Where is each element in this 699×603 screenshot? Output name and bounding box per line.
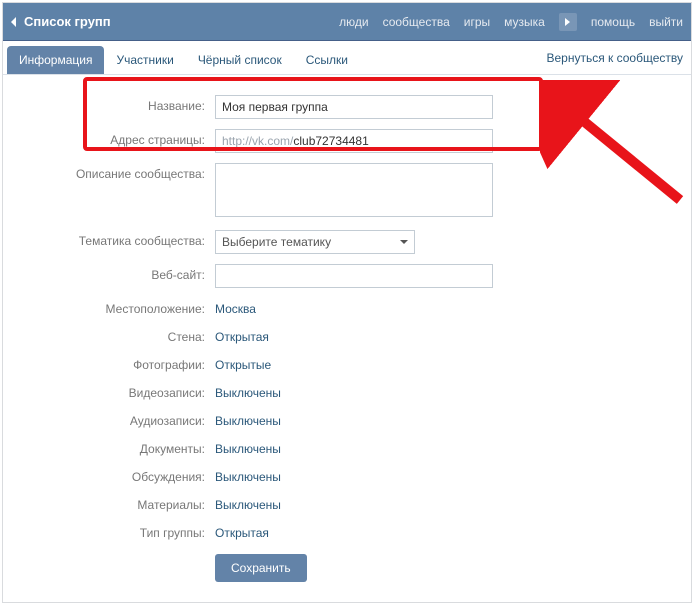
- topbar: Список групп люди сообщества игры музыка…: [3, 3, 691, 41]
- name-input[interactable]: [215, 95, 493, 119]
- tab-links[interactable]: Ссылки: [294, 46, 360, 74]
- label-subject: Тематика сообщества:: [27, 230, 215, 248]
- label-page-address: Адрес страницы:: [27, 129, 215, 147]
- location-value[interactable]: Москва: [215, 298, 256, 316]
- label-materials: Материалы:: [27, 494, 215, 512]
- address-suffix: club72734481: [293, 134, 368, 148]
- videos-value[interactable]: Выключены: [215, 382, 281, 400]
- back-arrow-icon[interactable]: [11, 17, 16, 27]
- label-videos: Видеозаписи:: [27, 382, 215, 400]
- label-docs: Документы:: [27, 438, 215, 456]
- subject-select[interactable]: Выберите тематику: [215, 230, 415, 254]
- save-button[interactable]: Сохранить: [215, 554, 307, 582]
- topbar-title[interactable]: Список групп: [24, 14, 339, 29]
- label-photos: Фотографии:: [27, 354, 215, 372]
- label-location: Местоположение:: [27, 298, 215, 316]
- page-address-input[interactable]: http://vk.com/club72734481: [215, 129, 493, 153]
- music-play-button[interactable]: [559, 13, 577, 31]
- audios-value[interactable]: Выключены: [215, 410, 281, 428]
- materials-value[interactable]: Выключены: [215, 494, 281, 512]
- nav-communities[interactable]: сообщества: [383, 15, 450, 29]
- label-website: Веб-сайт:: [27, 264, 215, 282]
- nav-games[interactable]: игры: [464, 15, 490, 29]
- label-wall: Стена:: [27, 326, 215, 344]
- address-prefix: http://vk.com/: [222, 134, 293, 148]
- description-textarea[interactable]: [215, 163, 493, 217]
- tab-members[interactable]: Участники: [104, 46, 185, 74]
- label-name: Название:: [27, 95, 215, 113]
- label-group-type: Тип группы:: [27, 522, 215, 540]
- back-to-community-link[interactable]: Вернуться к сообществу: [546, 41, 683, 74]
- website-input[interactable]: [215, 264, 493, 288]
- nav-people[interactable]: люди: [339, 15, 368, 29]
- tab-info[interactable]: Информация: [7, 46, 104, 74]
- chevron-down-icon: [400, 240, 408, 244]
- discussions-value[interactable]: Выключены: [215, 466, 281, 484]
- nav-logout[interactable]: выйти: [649, 15, 683, 29]
- group-type-value[interactable]: Открытая: [215, 522, 269, 540]
- label-discussions: Обсуждения:: [27, 466, 215, 484]
- photos-value[interactable]: Открытые: [215, 354, 271, 372]
- play-icon: [565, 18, 570, 26]
- wall-value[interactable]: Открытая: [215, 326, 269, 344]
- label-audios: Аудиозаписи:: [27, 410, 215, 428]
- tab-blacklist[interactable]: Чёрный список: [186, 46, 294, 74]
- docs-value[interactable]: Выключены: [215, 438, 281, 456]
- subject-placeholder: Выберите тематику: [222, 235, 331, 249]
- tabbar: Информация Участники Чёрный список Ссылк…: [3, 41, 691, 75]
- nav-help[interactable]: помощь: [591, 15, 635, 29]
- label-description: Описание сообщества:: [27, 163, 215, 181]
- nav-music[interactable]: музыка: [504, 15, 545, 29]
- form-content: Название: Адрес страницы: http://vk.com/…: [3, 75, 691, 602]
